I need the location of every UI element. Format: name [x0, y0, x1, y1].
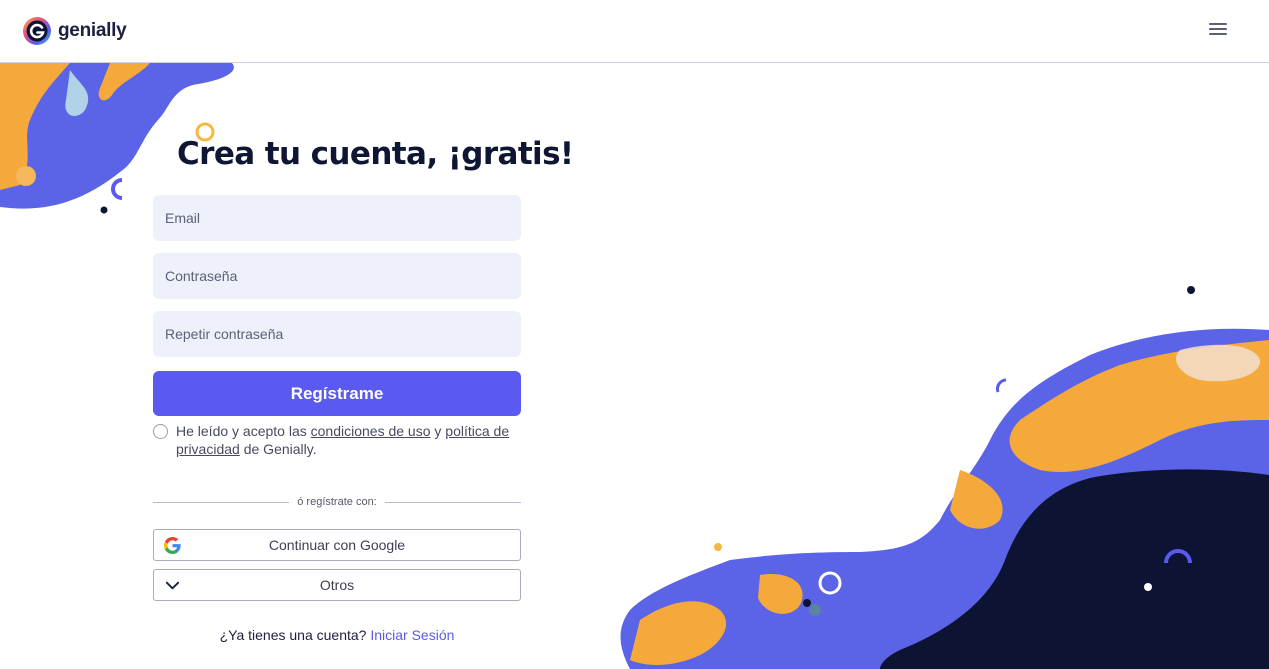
terms-link[interactable]: condiciones de uso	[311, 423, 431, 439]
genially-logo[interactable]: genially	[22, 16, 127, 46]
hamburger-menu-icon[interactable]	[1209, 20, 1227, 38]
white-dot-right	[1144, 583, 1152, 591]
other-providers-dropdown[interactable]: Otros	[153, 569, 521, 601]
google-icon	[164, 537, 181, 554]
divider-line-right	[384, 501, 521, 503]
consent-radio[interactable]	[153, 424, 168, 439]
password-input[interactable]	[153, 253, 521, 299]
bottom-right-orange-streak-2	[950, 470, 1003, 529]
privacy-link-part1[interactable]: política de	[445, 423, 509, 439]
top-left-orange-streak-2	[98, 63, 150, 101]
top-left-light-streak	[65, 70, 89, 116]
top-bar: genially	[0, 0, 1269, 63]
bottom-right-navy-shape	[880, 469, 1269, 669]
bottom-left-orange-streak	[630, 601, 727, 666]
genially-logo-icon	[23, 17, 51, 45]
blue-arc-right-bottom	[1164, 549, 1192, 564]
white-ring	[818, 571, 842, 595]
orange-dot-small	[714, 543, 722, 551]
consent-text: He leído y acepto las condiciones de uso…	[176, 422, 509, 458]
repeat-password-input[interactable]	[153, 311, 521, 357]
login-prompt: ¿Ya tienes una cuenta? Iniciar Sesión	[153, 627, 521, 643]
divider-line-left	[153, 501, 290, 503]
social-divider: ó regístrate con:	[153, 496, 521, 508]
top-left-orange-streak	[0, 63, 70, 190]
bottom-orange-streak-3	[758, 574, 803, 614]
top-left-orange-dot	[16, 166, 36, 186]
navy-dot-right	[1187, 286, 1195, 294]
privacy-link-part2[interactable]: privacidad	[176, 441, 240, 457]
chevron-down-icon	[165, 581, 180, 590]
other-providers-label: Otros	[319, 577, 355, 593]
register-button[interactable]: Regístrame	[153, 371, 521, 416]
bottom-right-orange-streak	[1009, 340, 1269, 472]
email-input[interactable]	[153, 195, 521, 241]
brand-name: genially	[58, 20, 127, 41]
navy-dot-left	[100, 206, 108, 214]
google-button-label: Continuar con Google	[268, 537, 406, 553]
blue-arc-left	[111, 178, 123, 200]
google-signin-button[interactable]: Continuar con Google	[153, 529, 521, 561]
page-title: Crea tu cuenta, ¡gratis!	[177, 136, 574, 172]
blue-arc-right-top	[996, 378, 1007, 393]
terms-consent: He leído y acepto las condiciones de uso…	[153, 422, 521, 458]
bottom-right-paint-blob	[620, 328, 1269, 669]
bottom-right-light-streak	[1176, 344, 1261, 382]
consent-connector: y	[430, 423, 446, 439]
divider-text: ó regístrate con:	[297, 496, 377, 508]
login-link[interactable]: Iniciar Sesión	[370, 627, 454, 643]
navy-dot-bottom	[803, 599, 811, 607]
consent-suffix: de Genially.	[239, 441, 317, 457]
login-prompt-text: ¿Ya tienes una cuenta?	[219, 627, 367, 643]
teal-dot-bottom	[809, 604, 821, 616]
consent-prefix: He leído y acepto las	[176, 423, 311, 439]
